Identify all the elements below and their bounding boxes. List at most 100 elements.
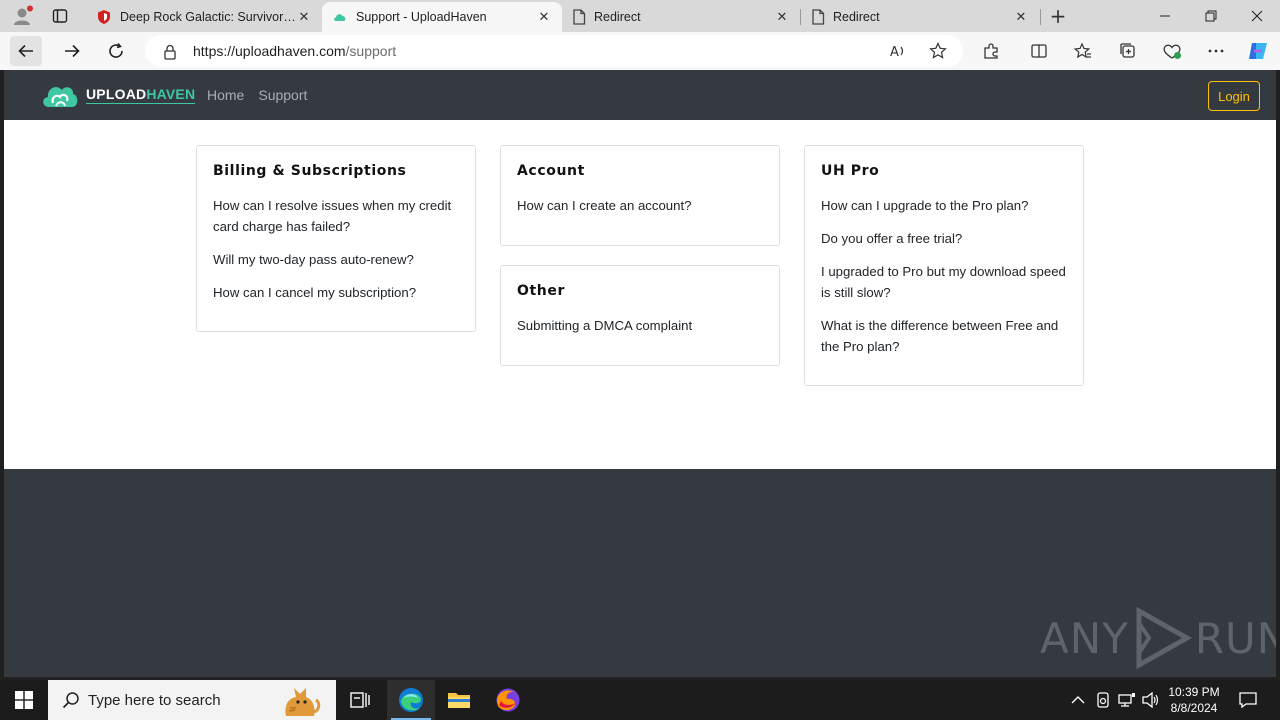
edge-icon bbox=[399, 688, 423, 712]
chevron-up-icon bbox=[1071, 696, 1085, 704]
browser-toolbar: https://uploadhaven.com/support A bbox=[0, 32, 1280, 70]
tray-network-button[interactable] bbox=[1116, 680, 1138, 720]
refresh-icon bbox=[109, 42, 123, 58]
url-host: https://uploadhaven.com bbox=[193, 43, 346, 59]
profile-icon bbox=[14, 5, 33, 25]
task-view-button[interactable] bbox=[336, 680, 384, 720]
more-options-icon[interactable] bbox=[1206, 41, 1226, 61]
faq-link[interactable]: How can I upgrade to the Pro plan? bbox=[821, 195, 1067, 216]
tab-title: Deep Rock Galactic: Survivor Free bbox=[120, 10, 296, 24]
faq-link[interactable]: What is the difference between Free and … bbox=[821, 315, 1067, 357]
search-icon bbox=[62, 692, 79, 709]
card-title: Billing & Subscriptions bbox=[213, 163, 407, 179]
card-uh-pro: UH Pro How can I upgrade to the Pro plan… bbox=[804, 145, 1084, 386]
tab-separator bbox=[1040, 9, 1041, 25]
close-window-button[interactable] bbox=[1234, 0, 1280, 32]
restore-button[interactable] bbox=[1188, 0, 1234, 32]
site-logo[interactable]: UPLOADHAVEN bbox=[40, 78, 196, 112]
card-billing-subscriptions: Billing & Subscriptions How can I resolv… bbox=[196, 145, 476, 332]
notification-icon bbox=[1239, 692, 1257, 709]
search-placeholder: Type here to search bbox=[88, 691, 221, 709]
tab-redirect-2[interactable]: Redirect ✕ bbox=[801, 2, 1039, 32]
tab-strip: Deep Rock Galactic: Survivor Free ✕ Supp… bbox=[0, 0, 1280, 32]
read-aloud-icon[interactable]: A bbox=[889, 42, 907, 60]
page-viewport: UPLOADHAVEN Home Support Login Billing &… bbox=[4, 70, 1276, 677]
logo-text-upload: UPLOAD bbox=[86, 86, 147, 102]
faq-link[interactable]: Will my two-day pass auto-renew? bbox=[213, 249, 459, 270]
page-icon bbox=[573, 9, 586, 25]
taskbar-clock[interactable]: 10:39 PM 8/8/2024 bbox=[1160, 684, 1228, 716]
login-button[interactable]: Login bbox=[1208, 81, 1260, 111]
firefox-icon bbox=[496, 688, 520, 712]
extensions-icon[interactable] bbox=[981, 41, 1001, 61]
card-title: Account bbox=[517, 163, 585, 179]
folder-icon bbox=[448, 693, 470, 708]
plus-icon: + bbox=[1049, 4, 1067, 28]
tray-overflow-button[interactable] bbox=[1068, 680, 1088, 720]
tab-support-uploadhaven[interactable]: Support - UploadHaven ✕ bbox=[322, 2, 562, 32]
taskbar-firefox[interactable] bbox=[484, 680, 532, 720]
copilot-icon[interactable] bbox=[1246, 39, 1270, 63]
close-icon[interactable]: ✕ bbox=[774, 9, 790, 25]
tab-title: Redirect bbox=[594, 10, 641, 24]
collections-icon[interactable] bbox=[1118, 41, 1138, 61]
network-icon bbox=[1118, 693, 1135, 707]
back-button[interactable] bbox=[10, 36, 42, 66]
lock-icon bbox=[164, 44, 176, 60]
notifications-button[interactable] bbox=[1236, 680, 1260, 720]
faq-link[interactable]: How can I cancel my subscription? bbox=[213, 282, 459, 303]
faq-list: Submitting a DMCA complaint bbox=[517, 315, 763, 336]
split-screen-icon[interactable] bbox=[1029, 41, 1049, 61]
url-path: /support bbox=[345, 43, 397, 59]
svg-text:A: A bbox=[890, 45, 899, 60]
clock-time: 10:39 PM bbox=[1168, 685, 1220, 699]
task-view-icon bbox=[350, 692, 370, 708]
taskbar-edge-app[interactable] bbox=[387, 680, 435, 720]
refresh-button[interactable] bbox=[100, 36, 132, 66]
favorite-star-icon[interactable] bbox=[929, 42, 947, 60]
arrow-right-icon bbox=[65, 44, 80, 58]
card-account: Account How can I create an account? bbox=[500, 145, 780, 246]
watermark-right: RUN bbox=[1194, 613, 1276, 663]
taskbar-search-box[interactable]: Type here to search bbox=[48, 680, 336, 720]
tab-actions-button[interactable] bbox=[44, 0, 76, 32]
card-other: Other Submitting a DMCA complaint bbox=[500, 265, 780, 366]
close-icon bbox=[1251, 10, 1263, 22]
screen: Deep Rock Galactic: Survivor Free ✕ Supp… bbox=[0, 0, 1280, 720]
nav-link-home[interactable]: Home bbox=[207, 87, 244, 103]
tab-redirect-1[interactable]: Redirect ✕ bbox=[562, 2, 800, 32]
faq-link[interactable]: How can I resolve issues when my credit … bbox=[213, 195, 459, 237]
favorites-icon[interactable] bbox=[1073, 41, 1093, 61]
faq-list: How can I resolve issues when my credit … bbox=[213, 195, 459, 303]
faq-list: How can I upgrade to the Pro plan? Do yo… bbox=[821, 195, 1067, 357]
tab-actions-icon bbox=[52, 9, 68, 23]
address-bar[interactable]: https://uploadhaven.com/support A bbox=[145, 35, 963, 67]
page-icon bbox=[812, 9, 825, 25]
tab-deep-rock[interactable]: Deep Rock Galactic: Survivor Free ✕ bbox=[86, 2, 322, 32]
close-icon[interactable]: ✕ bbox=[296, 9, 312, 25]
browser-essentials-icon[interactable] bbox=[1162, 41, 1182, 61]
windows-logo-icon bbox=[15, 691, 33, 709]
cloud-logo-icon bbox=[43, 87, 78, 107]
tray-volume-button[interactable] bbox=[1140, 680, 1162, 720]
forward-button[interactable] bbox=[56, 36, 88, 66]
clock-date: 8/8/2024 bbox=[1170, 701, 1218, 715]
device-icon bbox=[1097, 692, 1109, 708]
url-text[interactable]: https://uploadhaven.com/support bbox=[193, 43, 396, 59]
tray-device-button[interactable] bbox=[1093, 680, 1113, 720]
close-icon[interactable]: ✕ bbox=[1013, 9, 1029, 25]
close-icon[interactable]: ✕ bbox=[536, 9, 552, 25]
taskbar-file-explorer[interactable] bbox=[435, 680, 483, 720]
faq-link[interactable]: I upgraded to Pro but my download speed … bbox=[821, 261, 1067, 303]
minimize-button[interactable] bbox=[1142, 0, 1188, 32]
profile-button[interactable] bbox=[6, 0, 38, 32]
windows-taskbar: Type here to search 10:39 PM 8/8/2024 bbox=[0, 680, 1280, 720]
faq-link[interactable]: How can I create an account? bbox=[517, 195, 763, 216]
watermark-left: ANY bbox=[1040, 613, 1129, 663]
new-tab-button[interactable]: + bbox=[1046, 4, 1070, 28]
logo-text-haven: HAVEN bbox=[146, 86, 196, 102]
faq-link[interactable]: Submitting a DMCA complaint bbox=[517, 315, 763, 336]
nav-link-support[interactable]: Support bbox=[258, 87, 307, 103]
start-button[interactable] bbox=[0, 680, 48, 720]
faq-link[interactable]: Do you offer a free trial? bbox=[821, 228, 1067, 249]
